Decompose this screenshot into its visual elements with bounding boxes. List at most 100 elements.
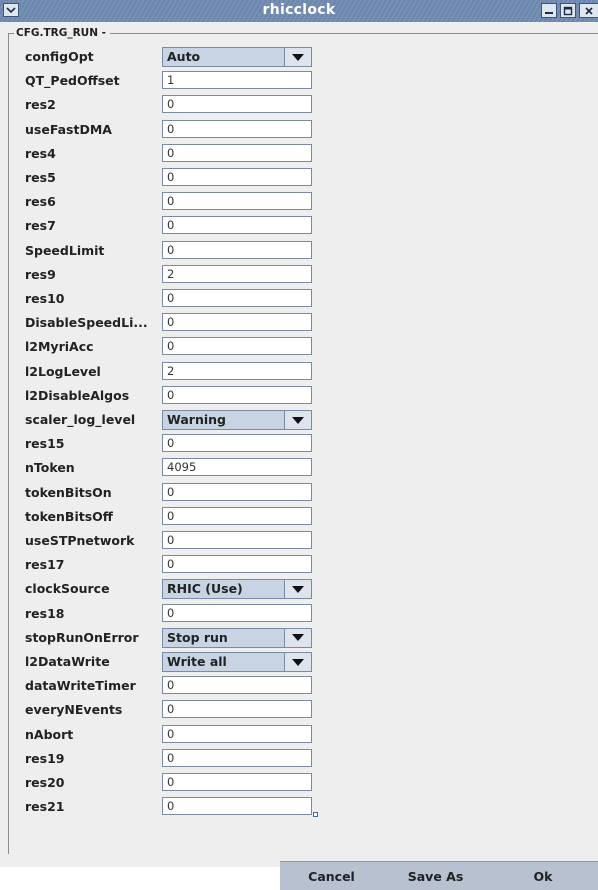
- button-bar: Cancel Save As Ok: [280, 861, 598, 890]
- window-titlebar[interactable]: rhicclock: [0, 0, 598, 23]
- field-label: res4: [25, 145, 56, 161]
- field-input[interactable]: 0: [162, 773, 312, 791]
- form-row: res19 0: [25, 748, 325, 769]
- field-label: clockSource: [25, 581, 110, 597]
- field-dropdown[interactable]: Stop run: [162, 627, 312, 648]
- field-input[interactable]: 0: [162, 337, 312, 356]
- field-dropdown[interactable]: Write all: [162, 652, 312, 672]
- close-icon: [585, 6, 593, 15]
- form-row: res21 0: [25, 797, 325, 817]
- caret-down-icon: [292, 658, 304, 666]
- dropdown-selected-value: Stop run: [167, 629, 228, 645]
- field-input[interactable]: 0: [162, 168, 312, 186]
- field-input[interactable]: 0: [162, 748, 312, 767]
- field-dropdown[interactable]: Auto: [162, 47, 312, 67]
- resize-handle[interactable]: [313, 812, 318, 817]
- field-input[interactable]: 0: [162, 240, 312, 259]
- field-input[interactable]: 1: [162, 71, 312, 90]
- caret-down-icon: [292, 416, 304, 424]
- field-input[interactable]: 0: [162, 797, 312, 816]
- form-row: res2 0: [25, 95, 325, 115]
- minimize-icon: [545, 11, 553, 14]
- field-label: QT_PedOffset: [25, 73, 120, 89]
- field-input[interactable]: 0: [162, 192, 312, 211]
- field-label: dataWriteTimer: [25, 678, 136, 694]
- caret-down-icon: [292, 634, 304, 642]
- field-label: res18: [25, 605, 65, 621]
- field-input[interactable]: 0: [162, 119, 312, 138]
- form-row: useSTPnetwork 0: [25, 531, 325, 551]
- field-input[interactable]: 0: [162, 434, 312, 453]
- dropdown-selected-value: RHIC (Use): [167, 581, 243, 597]
- form-row: useFastDMA 0: [25, 119, 325, 140]
- field-label: DisableSpeedLi...: [25, 315, 148, 331]
- form-row: res20 0: [25, 773, 325, 793]
- form-row: configOpt Auto: [25, 47, 325, 67]
- maximize-button[interactable]: [560, 3, 576, 18]
- maximize-icon: [563, 6, 573, 15]
- minimize-button[interactable]: [541, 3, 557, 18]
- form-row: res7 0: [25, 216, 325, 236]
- form-row: tokenBitsOff 0: [25, 506, 325, 527]
- dropdown-arrow-button[interactable]: [284, 653, 311, 671]
- field-input[interactable]: 0: [162, 143, 312, 162]
- save-as-button[interactable]: Save As: [383, 862, 488, 890]
- field-input[interactable]: 2: [162, 264, 312, 283]
- field-input[interactable]: 0: [162, 289, 312, 307]
- form-row: dataWriteTimer 0: [25, 676, 325, 696]
- field-input[interactable]: 0: [162, 724, 312, 743]
- field-label: SpeedLimit: [25, 242, 105, 258]
- caret-down-icon: [292, 585, 304, 593]
- dropdown-arrow-button[interactable]: [284, 628, 311, 647]
- field-input[interactable]: 0: [162, 506, 312, 525]
- field-input[interactable]: 0: [162, 482, 312, 501]
- field-input[interactable]: 4095: [162, 458, 312, 477]
- field-input[interactable]: 0: [162, 216, 312, 235]
- dropdown-arrow-button[interactable]: [284, 48, 311, 66]
- field-label: l2LogLevel: [25, 363, 101, 379]
- form-row: l2MyriAcc 0: [25, 337, 325, 357]
- form-row: l2LogLevel 2: [25, 361, 325, 382]
- form-row: l2DisableAlgos 0: [25, 385, 325, 406]
- dropdown-selected-value: Write all: [167, 654, 227, 669]
- form-row: l2DataWrite Write all: [25, 652, 325, 672]
- form-row: DisableSpeedLi... 0: [25, 313, 325, 333]
- field-label: useSTPnetwork: [25, 533, 135, 548]
- dialog-panel: CFG.TRG_RUN - configOpt Auto QT_PedOffset 1…: [0, 22, 598, 890]
- field-input[interactable]: 0: [162, 676, 312, 695]
- form-row: res4 0: [25, 143, 325, 164]
- window-title: rhicclock: [262, 2, 336, 18]
- field-label: res21: [25, 799, 65, 815]
- field-label: res7: [25, 218, 56, 234]
- field-input[interactable]: 0: [162, 603, 312, 622]
- field-input[interactable]: 0: [162, 95, 312, 114]
- field-label: res15: [25, 436, 65, 452]
- field-label: scaler_log_level: [25, 412, 136, 427]
- field-label: l2DataWrite: [25, 654, 110, 669]
- field-input[interactable]: 2: [162, 361, 312, 380]
- field-label: configOpt: [25, 49, 94, 64]
- field-input[interactable]: 0: [162, 531, 312, 549]
- form-row: tokenBitsOn 0: [25, 482, 325, 503]
- dropdown-arrow-button[interactable]: [284, 580, 311, 599]
- field-label: res20: [25, 775, 65, 790]
- field-input[interactable]: 0: [162, 700, 312, 719]
- field-dropdown[interactable]: RHIC (Use): [162, 579, 312, 600]
- field-label: res19: [25, 750, 65, 766]
- cancel-button[interactable]: Cancel: [280, 862, 383, 890]
- field-input[interactable]: 0: [162, 555, 312, 574]
- close-button[interactable]: [579, 3, 598, 18]
- field-label: tokenBitsOn: [25, 484, 112, 500]
- field-input[interactable]: 0: [162, 385, 312, 404]
- form-row: res17 0: [25, 555, 325, 575]
- form-row: stopRunOnError Stop run: [25, 627, 325, 648]
- ok-button[interactable]: Ok: [488, 862, 598, 890]
- form-row: res9 2: [25, 264, 325, 285]
- dropdown-arrow-button[interactable]: [284, 411, 311, 429]
- field-label: tokenBitsOff: [25, 508, 113, 524]
- form-row: res6 0: [25, 192, 325, 212]
- form-row: scaler_log_level Warning: [25, 410, 325, 430]
- field-label: stopRunOnError: [25, 629, 139, 645]
- field-input[interactable]: 0: [162, 313, 312, 332]
- field-dropdown[interactable]: Warning: [162, 410, 312, 430]
